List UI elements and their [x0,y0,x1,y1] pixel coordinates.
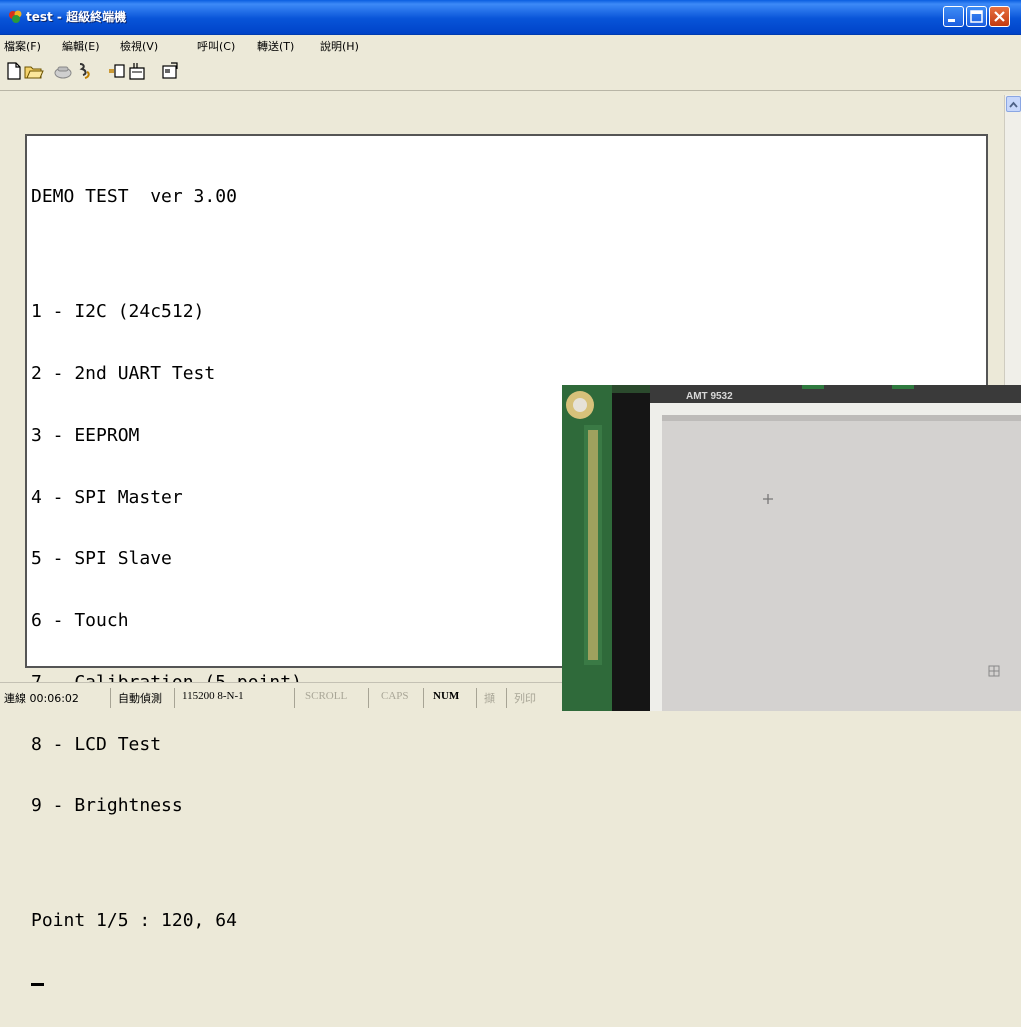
window-title: test - 超級終端機 [26,10,127,24]
menu-line: 4 - SPI Master [31,486,183,508]
menu-line: 8 - LCD Test [31,733,162,755]
point-readout: Point 1/5 : 120, 64 [31,910,237,932]
status-settings: 115200 8-N-1 [182,690,244,702]
call-icon[interactable] [53,61,73,81]
menu-view[interactable]: 檢視(V) [120,38,158,54]
close-button[interactable] [989,6,1010,27]
menu-line: 1 - I2C (24c512) [31,301,205,323]
new-icon[interactable] [4,61,24,81]
menu-line: 6 - Touch [31,610,129,632]
menu-bar: 檔案(F) 編輯(E) 檢視(V) 呼叫(C) 轉送(T) 說明(H) [0,35,1021,55]
menu-line: 9 - Brightness [31,795,183,817]
lcd-panel-photo: AMT 9532 [562,385,1021,711]
menu-help[interactable]: 說明(H) [320,38,359,54]
terminal-output: DEMO TEST ver 3.00 1 - I2C (24c512) 2 - … [31,146,302,1027]
scroll-up-button[interactable] [1006,96,1021,112]
maximize-icon [970,10,983,23]
properties-icon[interactable] [160,61,180,81]
minimize-icon [948,19,955,22]
menu-call[interactable]: 呼叫(C) [197,38,235,54]
menu-line: 5 - SPI Slave [31,548,172,570]
menu-line: 3 - EEPROM [31,424,140,446]
text-cursor [31,983,44,987]
open-icon[interactable] [24,61,44,81]
status-num: NUM [433,690,460,702]
status-scroll: SCROLL [305,690,348,702]
disconnect-icon[interactable] [75,61,95,81]
menu-edit[interactable]: 編輯(E) [62,38,100,54]
status-connection: 連線 00:06:02 [4,692,79,705]
menu-transfer[interactable]: 轉送(T) [257,38,294,54]
status-print: 列印 [514,692,536,705]
status-caps: CAPS [381,690,409,702]
hyperterminal-icon [8,9,23,24]
status-capture: 擷 [484,692,495,705]
send-icon[interactable] [107,61,127,81]
receive-icon[interactable] [128,61,148,81]
terminal-header: DEMO TEST ver 3.00 [31,186,237,208]
lcd-photo-image: AMT 9532 [562,385,1021,711]
minimize-button[interactable] [943,6,964,27]
toolbar [0,56,1021,91]
chevron-up-icon [1009,101,1018,108]
title-bar[interactable]: test - 超級終端機 [0,0,1021,35]
status-detect: 自動偵測 [118,692,162,705]
close-icon [994,11,1005,22]
menu-file[interactable]: 檔案(F) [4,38,41,54]
maximize-button[interactable] [966,6,987,27]
lcd-label: AMT 9532 [686,391,733,402]
menu-line: 2 - 2nd UART Test [31,362,216,384]
